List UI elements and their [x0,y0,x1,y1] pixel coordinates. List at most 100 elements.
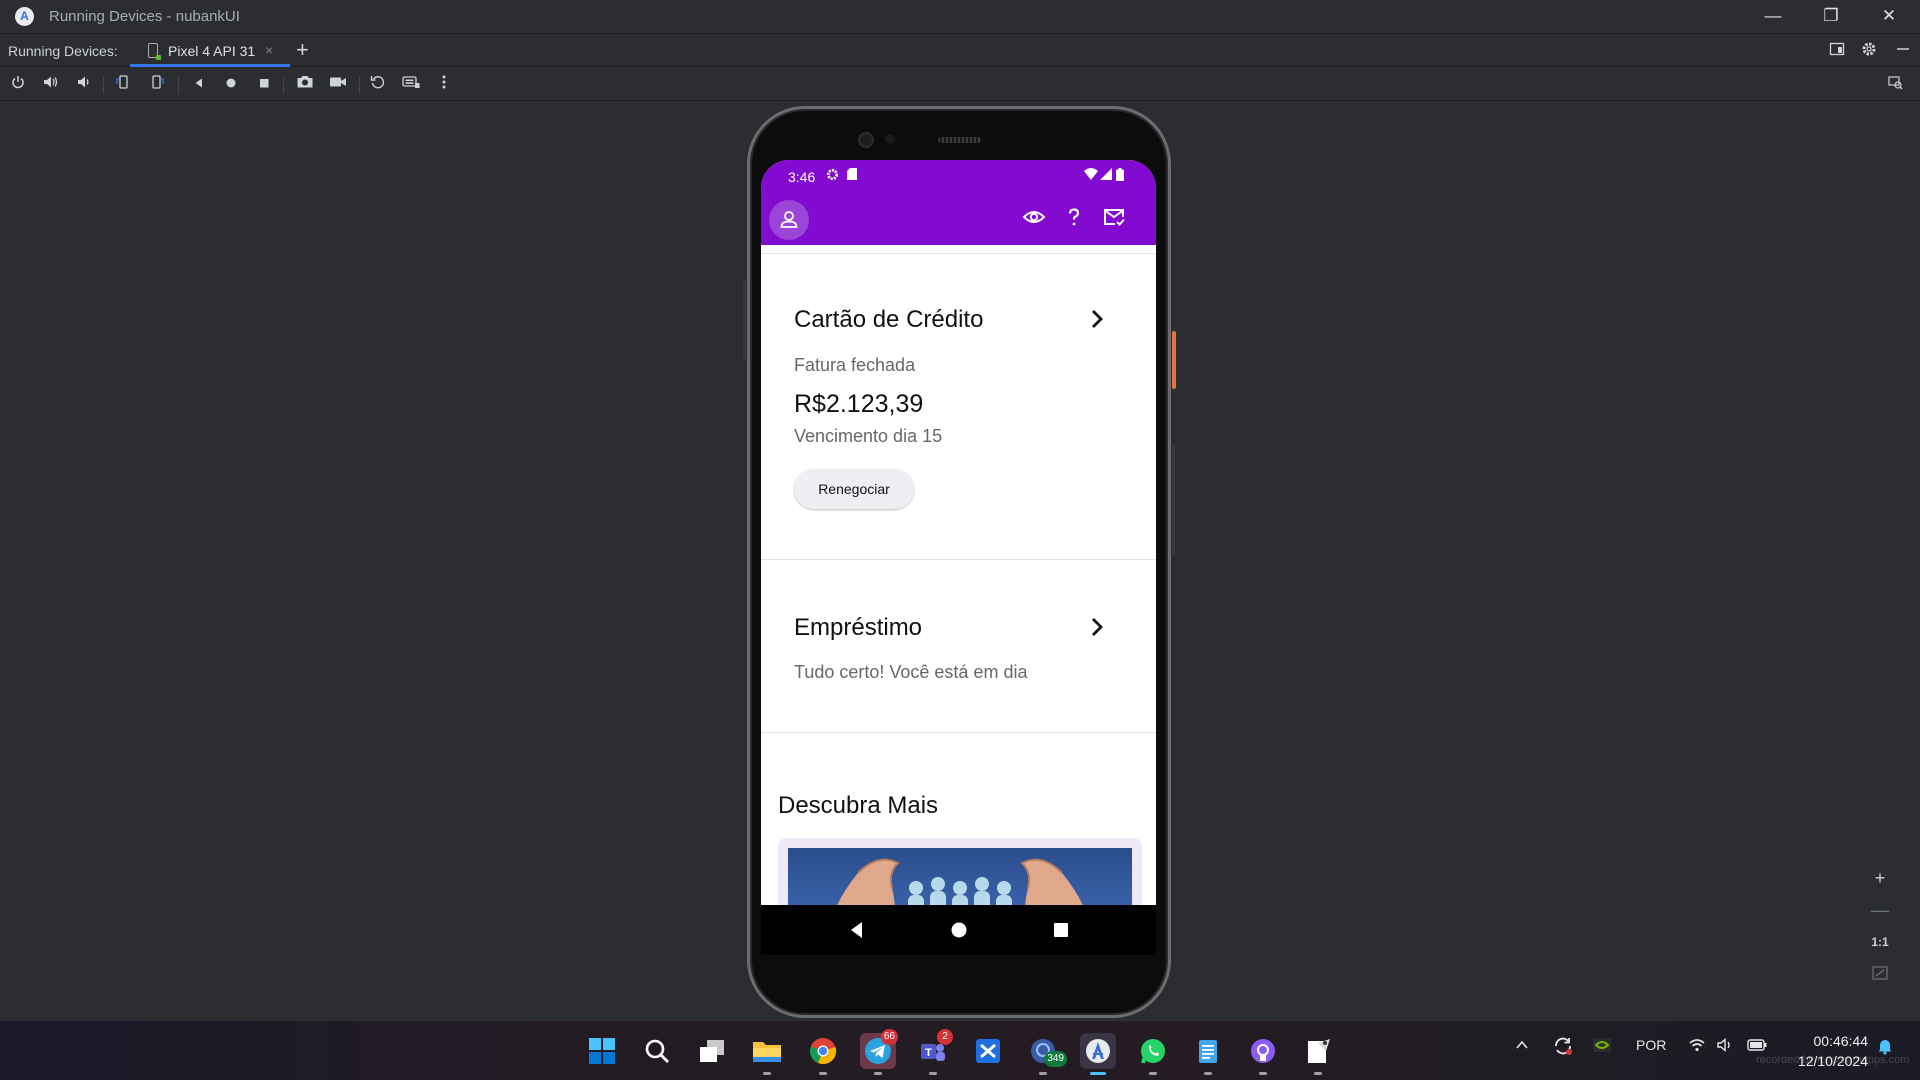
power-icon[interactable] [7,74,29,96]
close-button[interactable]: ✕ [1860,0,1918,33]
clock-time: 00:46:44 [1813,1033,1869,1049]
rotate-left-icon[interactable] [112,74,134,96]
zoom-out-button[interactable]: — [1866,896,1894,924]
help-question-icon[interactable] [1060,205,1088,233]
loan-status: Tudo certo! Você está em dia [794,662,1028,682]
nav-home-icon[interactable] [947,918,971,942]
restore-button[interactable]: ❐ [1802,0,1860,33]
svg-text:T: T [925,1047,932,1059]
zoom-in-button[interactable]: + [1866,864,1894,892]
more-options-icon[interactable] [433,74,455,96]
chevron-right-icon[interactable] [1086,616,1108,638]
notepad-icon[interactable] [1190,1033,1226,1075]
proximity-sensor [885,134,895,144]
device-icon [148,43,161,60]
task-view-icon[interactable] [694,1033,730,1069]
window-title: Running Devices - nubankUI [49,8,240,25]
section-divider [761,732,1156,733]
promo-image [788,848,1132,905]
volume-rocker[interactable] [1172,445,1175,555]
hide-panel-icon[interactable] [1894,41,1912,59]
teams-badge: 2 [937,1029,953,1045]
speaker-tray-icon[interactable] [1716,1037,1734,1056]
visual-studio-icon[interactable] [970,1033,1006,1069]
credit-card-due: Vencimento dia 15 [794,426,943,446]
rotate-right-icon[interactable] [146,74,168,96]
credit-card-title: Cartão de Crédito [794,306,984,333]
taskbar-running-indicator [1259,1072,1267,1075]
toolbar-separator [359,76,360,94]
earpiece-speaker [938,137,982,143]
phone-frame: 3:46 Cartão de Crédito Fatura fechada R$… [743,106,1176,1018]
teams-icon[interactable]: T 2 [915,1029,953,1075]
tab-close-icon[interactable]: × [265,42,273,58]
android-navigation-bar [761,905,1156,955]
renegotiate-button[interactable]: Renegociar [794,469,914,509]
discover-more-title: Descubra Mais [778,792,939,819]
volume-up-icon[interactable] [40,74,62,96]
github-desktop-icon[interactable] [1245,1033,1281,1075]
search-icon[interactable] [639,1033,675,1069]
paint-icon[interactable] [1300,1033,1336,1075]
screenshot-icon[interactable] [294,74,316,96]
mail-check-icon[interactable] [1100,205,1128,233]
show-hidden-icons-chevron-icon[interactable] [1514,1037,1530,1056]
taskbar-running-indicator [929,1072,937,1075]
eye-icon[interactable] [1020,205,1048,233]
add-device-button[interactable]: + [296,37,309,63]
settings-gear-icon [824,168,840,184]
recorder-watermark: recorded by icecreamapps.com [1756,1054,1910,1066]
nvidia-icon[interactable] [1592,1036,1612,1057]
telegram-icon[interactable]: 66 [860,1029,898,1075]
back-icon[interactable] [188,74,210,96]
chrome-icon[interactable] [805,1033,841,1075]
credit-card-amount: R$2.123,39 [794,390,924,418]
overview-icon[interactable] [253,74,275,96]
zoom-actual-size-button[interactable]: 1:1 [1866,928,1894,956]
app-header [761,193,1156,245]
taskbar-active-indicator [1090,1072,1106,1075]
chevron-right-icon[interactable] [1086,308,1108,330]
file-explorer-icon[interactable] [749,1033,785,1075]
telegram-badge: 66 [880,1029,898,1045]
taskbar-running-indicator [874,1072,882,1075]
android-studio-logo-icon: A [15,7,34,26]
tab-label: Pixel 4 API 31 [168,43,256,59]
sync-icon[interactable] [1552,1035,1574,1060]
toolbar-separator [178,76,179,94]
power-button[interactable] [1172,331,1176,389]
windows-taskbar: 66 T 2 349 POR 00:46:44 12/10/2024 [0,1020,1920,1080]
device-mirroring-settings-icon[interactable] [1884,74,1906,96]
promo-card[interactable] [778,838,1142,905]
record-icon[interactable] [327,74,349,96]
nav-back-icon[interactable] [845,918,869,942]
whatsapp-icon[interactable] [1135,1033,1171,1075]
volume-down-icon[interactable] [73,74,95,96]
profile-avatar-button[interactable] [769,200,809,240]
status-time: 3:46 [788,169,816,185]
zoom-fit-icon[interactable] [1866,960,1894,988]
start-windows-icon[interactable] [584,1033,620,1069]
language-indicator[interactable]: POR [1636,1037,1666,1053]
nav-overview-icon[interactable] [1049,918,1073,942]
taskbar-running-indicator [1039,1072,1047,1075]
home-scroll-content[interactable]: Cartão de Crédito Fatura fechada R$2.123… [761,245,1156,905]
drive-sync-icon[interactable]: 349 [1025,1033,1067,1075]
reset-icon[interactable] [367,74,389,96]
minimize-button[interactable]: — [1744,0,1802,33]
wifi-tray-icon[interactable] [1688,1037,1706,1056]
settings-gear-icon[interactable] [1860,41,1878,59]
android-status-bar: 3:46 [761,160,1156,193]
tab-pixel-4-api-31[interactable]: Pixel 4 API 31 × [130,34,290,67]
drive-badge: 349 [1044,1051,1067,1067]
layout-icon[interactable] [1828,41,1846,59]
taskbar-running-indicator [819,1072,827,1075]
keyboard-icon[interactable] [400,74,422,96]
taskbar-running-indicator [1204,1072,1212,1075]
running-devices-tabbar: Running Devices: Pixel 4 API 31 × + [0,33,1920,67]
taskbar-running-indicator [763,1072,771,1075]
wifi-icon [1083,168,1099,184]
android-studio-taskbar-icon[interactable] [1080,1033,1116,1075]
taskbar-running-indicator [1314,1072,1322,1075]
home-icon[interactable] [220,74,242,96]
